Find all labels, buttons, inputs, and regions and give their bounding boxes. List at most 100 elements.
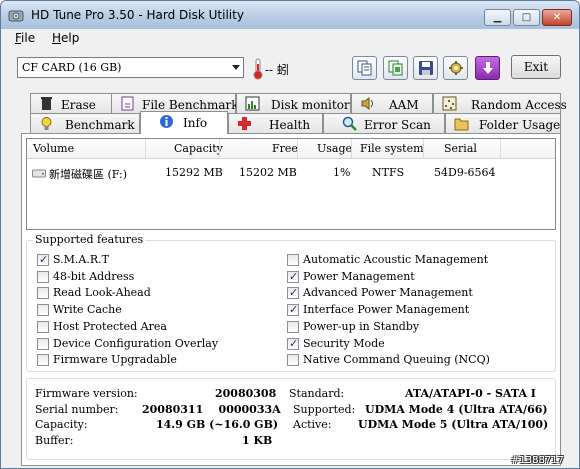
drive-select[interactable]: CF CARD (16 GB) <box>17 57 244 78</box>
tab-info-label: Info <box>183 116 208 130</box>
close-button[interactable]: ✕ <box>542 9 572 26</box>
speaker-icon <box>361 97 373 110</box>
tab-error-scan[interactable]: Error Scan <box>323 113 445 133</box>
options-button[interactable] <box>443 56 468 80</box>
exit-button[interactable]: Exit <box>511 55 561 79</box>
volume-usage: 1% <box>333 166 351 179</box>
tab-disk-monitor[interactable]: Disk monitor <box>236 93 351 113</box>
copy-screen-button[interactable] <box>383 56 408 80</box>
tab-benchmark[interactable]: Benchmark <box>30 113 140 133</box>
magnifier-icon <box>342 116 357 131</box>
close-icon: ✕ <box>552 12 562 23</box>
buffer-value: 1 KB <box>242 434 273 447</box>
feature-label: Write Cache <box>53 303 122 317</box>
col-divider[interactable] <box>351 139 352 159</box>
folder-icon <box>454 118 469 131</box>
tab-aam-label: AAM <box>389 98 419 112</box>
file-benchmark-icon <box>121 96 134 111</box>
supported-value: UDMA Mode 4 (Ultra ATA/66) <box>365 403 548 416</box>
feature-checkbox[interactable] <box>37 320 49 333</box>
health-cross-icon <box>238 117 251 130</box>
menu-file[interactable]: File <box>15 31 35 45</box>
feature-label: Power Management <box>303 269 415 283</box>
active-value: UDMA Mode 5 (Ultra ATA/100) <box>358 418 549 431</box>
feature-label: Automatic Acoustic Management <box>303 253 489 266</box>
lightbulb-icon <box>41 117 52 130</box>
volume-capacity: 15292 MB <box>165 166 223 179</box>
feature-checkbox[interactable] <box>37 354 49 367</box>
supported-features-group: Supported features ✓ S.M.A.R.T 48-bit Addr… <box>26 233 556 372</box>
col-divider[interactable] <box>423 139 424 159</box>
buffer-label: Buffer: <box>35 434 74 447</box>
app-disk-icon <box>8 10 24 22</box>
toolbar: CF CARD (16 GB) -- 蚓 Exit <box>1 49 579 91</box>
feature-label: Power-up in Standby <box>303 319 420 333</box>
feature-label: Firmware Upgradable <box>53 353 177 367</box>
tab-random-access[interactable]: Random Access <box>433 93 567 113</box>
tab-aam[interactable]: AAM <box>351 93 433 113</box>
temperature-readout: -- 蚓 <box>265 63 289 77</box>
col-usage[interactable]: Usage <box>317 142 352 155</box>
col-capacity[interactable]: Capacity <box>174 142 223 155</box>
col-file-system[interactable]: File system <box>360 142 424 155</box>
menu-help-accel: H <box>52 31 62 45</box>
tab-folder-usage[interactable]: Folder Usage <box>445 113 561 133</box>
chevron-down-icon[interactable] <box>232 65 240 70</box>
col-divider[interactable] <box>297 139 298 159</box>
menu-help[interactable]: Help <box>52 31 79 45</box>
title-bar: HD Tune Pro 3.50 - Hard Disk Utility ▁ □… <box>1 1 579 29</box>
feature-checkbox[interactable]: ✓ <box>287 303 299 317</box>
tab-folder-usage-label: Folder Usage <box>479 118 561 132</box>
feature-label: S.M.A.R.T <box>53 253 109 266</box>
col-divider[interactable] <box>500 139 501 159</box>
feature-checkbox[interactable]: ✓ <box>287 336 299 350</box>
feature-checkbox[interactable]: ✓ <box>37 253 49 266</box>
tab-random-access-label: Random Access <box>471 98 567 112</box>
copy-info-button[interactable] <box>352 56 377 80</box>
col-divider[interactable] <box>145 139 146 159</box>
tab-health-label: Health <box>269 118 311 132</box>
feature-label: Native Command Queuing (NCQ) <box>303 353 490 367</box>
checkmark-icon: ✓ <box>289 336 299 350</box>
supported-features-title: Supported features <box>33 233 146 246</box>
feature-label: Advanced Power Management <box>303 286 473 300</box>
col-free[interactable]: Free <box>272 142 298 155</box>
col-volume[interactable]: Volume <box>33 142 74 155</box>
feature-checkbox[interactable] <box>287 254 299 266</box>
feature-checkbox[interactable] <box>287 354 299 367</box>
feature-checkbox[interactable] <box>37 304 49 317</box>
serial-label: Serial number: <box>35 403 119 416</box>
save-button[interactable] <box>413 56 438 80</box>
window-title: HD Tune Pro 3.50 - Hard Disk Utility <box>31 8 244 22</box>
maximize-button[interactable]: □ <box>513 9 540 26</box>
tab-erase[interactable]: Erase <box>30 93 120 113</box>
capacity-value: 14.9 GB (~16.0 GB) <box>156 418 279 431</box>
feature-label: Host Protected Area <box>53 319 167 333</box>
options-icon <box>449 61 463 75</box>
col-divider[interactable] <box>219 139 220 159</box>
download-button[interactable] <box>475 56 500 80</box>
feature-label: Device Configuration Overlay <box>53 336 219 350</box>
feature-checkbox[interactable] <box>287 320 299 333</box>
save-icon <box>419 61 433 75</box>
col-serial[interactable]: Serial <box>444 142 477 155</box>
minimize-button[interactable]: ▁ <box>484 9 511 26</box>
volume-free: 15202 MB <box>239 166 297 179</box>
checkmark-icon: ✓ <box>289 269 299 283</box>
menu-file-label: ile <box>21 31 36 45</box>
standard-label: Standard: <box>289 387 345 400</box>
feature-checkbox[interactable] <box>37 270 49 283</box>
info-icon <box>160 115 173 128</box>
volume-table-header: Volume Capacity Free Usage File system S… <box>27 139 555 159</box>
feature-checkbox[interactable]: ✓ <box>287 269 299 283</box>
feature-checkbox[interactable] <box>37 337 49 350</box>
tab-health[interactable]: Health <box>228 113 323 133</box>
maximize-icon: □ <box>521 12 532 23</box>
menu-bar: File Help <box>1 29 579 49</box>
feature-checkbox[interactable] <box>37 287 49 300</box>
feature-checkbox[interactable]: ✓ <box>287 286 299 300</box>
tab-info[interactable]: Info <box>140 111 228 134</box>
firmware-label: Firmware version: <box>35 387 138 400</box>
tab-file-benchmark[interactable]: File Benchmark <box>111 93 239 113</box>
feature-label: Security Mode <box>303 336 385 350</box>
